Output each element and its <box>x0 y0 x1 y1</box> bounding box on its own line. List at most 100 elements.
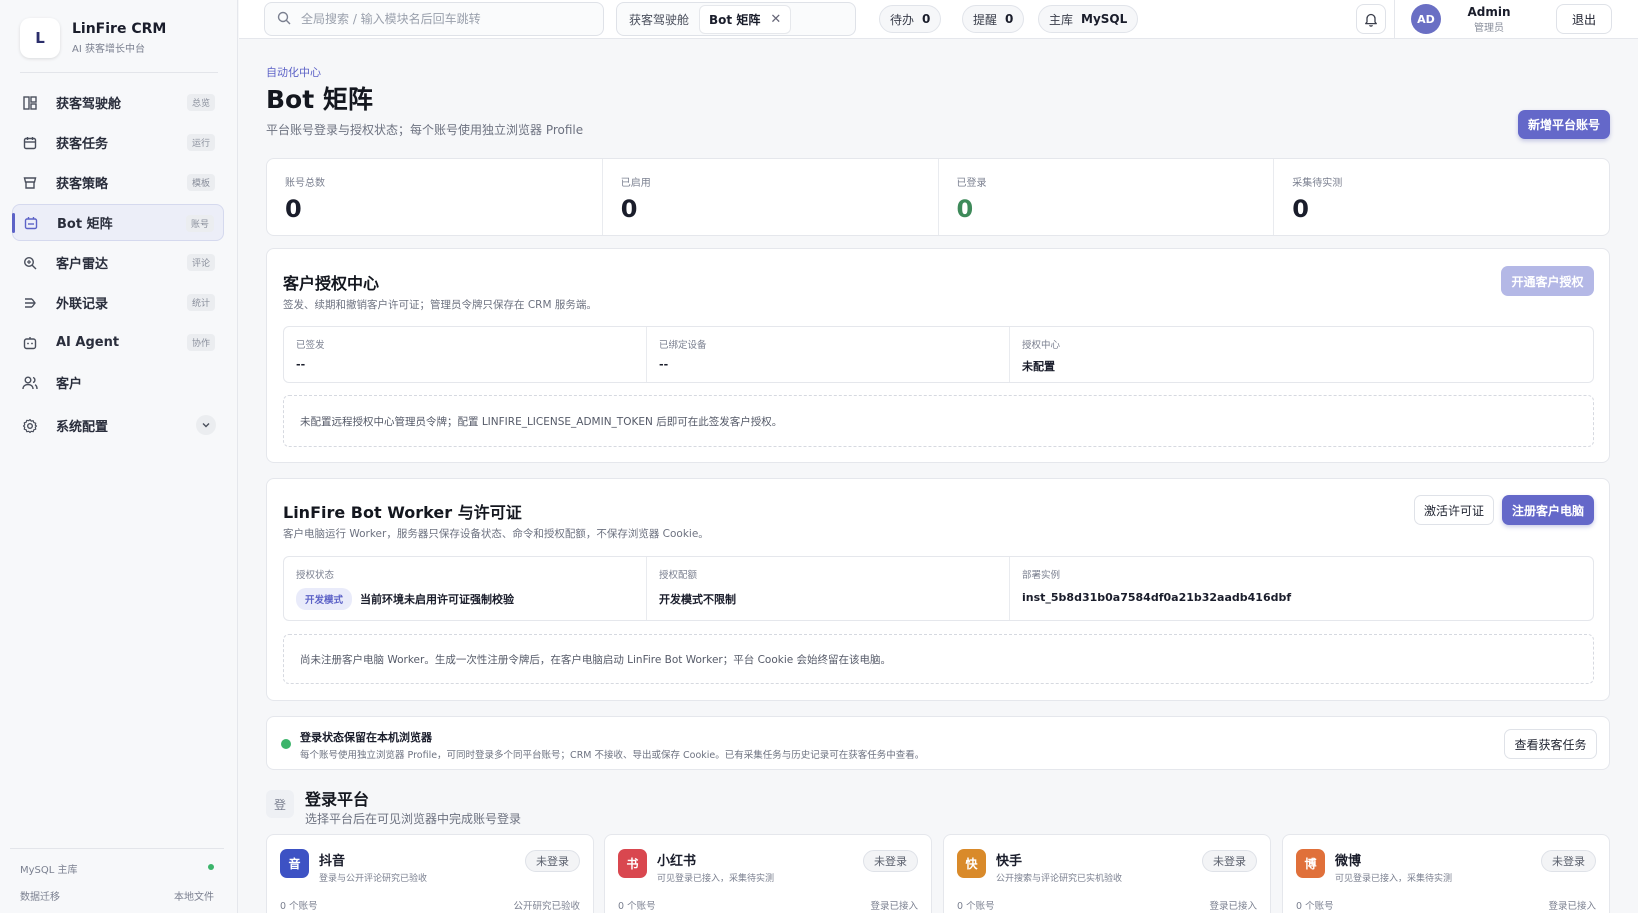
global-search[interactable] <box>264 2 604 36</box>
sidebar-item-settings[interactable]: 系统配置 <box>12 407 224 444</box>
avatar[interactable]: AD <box>1411 4 1441 34</box>
section-title: LinFire Bot Worker 与许可证 <box>283 503 522 522</box>
cell-value: 开发模式 当前环境未启用许可证强制校验 <box>296 588 634 610</box>
add-platform-account-button[interactable]: 新增平台账号 <box>1518 110 1610 139</box>
cell-label: 部署实例 <box>1022 570 1061 581</box>
section-title: 客户授权中心 <box>283 274 380 293</box>
database-label: 主库 <box>1049 12 1074 27</box>
user-role: 管理员 <box>1474 23 1504 34</box>
chevron-down-icon[interactable] <box>196 415 216 435</box>
cell-label: 授权中心 <box>1022 340 1061 351</box>
gear-icon <box>22 418 38 434</box>
brand-logo-text: L <box>35 29 45 47</box>
banner-text: 每个账号使用独立浏览器 Profile，可同时登录多个同平台账号；CRM 不接收… <box>300 750 925 761</box>
account-count: 0 个账号 <box>1296 901 1334 912</box>
sidebar-item-customers[interactable]: 客户 <box>12 364 224 401</box>
search-input[interactable] <box>301 12 591 26</box>
sidebar-item-strategy[interactable]: 获客策略 模板 <box>12 164 224 201</box>
view-tasks-button[interactable]: 查看获客任务 <box>1504 729 1597 759</box>
license-quota: 授权配额 开发模式不限制 <box>647 557 1010 620</box>
stat-value: 0 <box>285 195 302 223</box>
brand-name: LinFire CRM <box>72 21 167 37</box>
cell-label: 已绑定设备 <box>659 340 707 351</box>
database-pill[interactable]: 主库 MySQL <box>1038 5 1139 33</box>
sidebar-item-label: 系统配置 <box>56 420 109 435</box>
sidebar-item-label: 外联记录 <box>56 297 109 312</box>
register-customer-pc-button[interactable]: 注册客户电脑 <box>1502 495 1594 525</box>
tab-bot-matrix[interactable]: Bot 矩阵 ✕ <box>699 4 792 34</box>
platform-note: 登录已接入 <box>1548 901 1596 912</box>
outreach-icon <box>22 295 38 311</box>
sidebar-item-radar[interactable]: 客户雷达 评论 <box>12 244 224 281</box>
tab-dashboard[interactable]: 获客驾驶舱 <box>629 11 689 28</box>
stat-label: 已启用 <box>620 178 651 189</box>
stat-value: 0 <box>1292 195 1309 223</box>
pending-pill[interactable]: 待办 0 <box>879 5 942 33</box>
sidebar-item-ai-agent[interactable]: AI Agent 协作 <box>12 324 224 361</box>
sidebar-item-dashboard[interactable]: 获客驾驶舱 总览 <box>12 84 224 121</box>
account-count: 0 个账号 <box>957 901 995 912</box>
banner-title: 登录状态保留在本机浏览器 <box>300 731 432 744</box>
sidebar-item-label: 获客策略 <box>56 177 109 192</box>
user-info[interactable]: Admin 管理员 <box>1459 5 1519 34</box>
platform-card-weibo[interactable]: 博 微博 可见登录已接入，采集待实测 未登录 0 个账号 登录已接入 <box>1282 834 1610 913</box>
reminder-pill[interactable]: 提醒 0 <box>962 5 1025 33</box>
page-title: Bot 矩阵 <box>266 85 373 114</box>
platform-desc: 登录与公开评论研究已验收 <box>319 874 428 884</box>
pending-label: 待办 <box>890 12 915 27</box>
breadcrumb[interactable]: 自动化中心 <box>266 64 321 80</box>
users-icon <box>22 375 38 391</box>
weibo-icon: 博 <box>1296 849 1325 878</box>
cell-value: -- <box>296 358 306 371</box>
deployment-instance: 部署实例 inst_5b8d31b0a7584df0a21b32aadb416d… <box>1010 557 1593 620</box>
sidebar-item-label: 获客驾驶舱 <box>56 97 122 112</box>
divider <box>20 72 218 73</box>
open-customer-license-button[interactable]: 开通客户授权 <box>1501 266 1594 296</box>
stat-label: 已登录 <box>956 178 987 189</box>
platform-card-kuaishou[interactable]: 快 快手 公开搜索与评论研究已实机验收 未登录 0 个账号 登录已接入 <box>943 834 1271 913</box>
status-badge: 开发模式 <box>296 588 353 610</box>
reminder-label: 提醒 <box>973 12 998 27</box>
platform-name: 小红书 <box>657 854 697 869</box>
section-subtitle: 客户电脑运行 Worker，服务器只保存设备状态、命令和授权配额，不保存浏览器 … <box>283 528 709 540</box>
user-name: Admin <box>1467 5 1511 19</box>
sidebar-item-badge: 运行 <box>186 134 215 151</box>
sidebar-item-label: 客户 <box>56 377 83 392</box>
stat-enabled: 已启用 0 <box>603 159 939 235</box>
cell-label: 已签发 <box>296 340 325 351</box>
license-status-text: 当前环境未启用许可证强制校验 <box>360 593 515 606</box>
close-icon[interactable]: ✕ <box>770 12 781 27</box>
platform-card-douyin[interactable]: 音 抖音 登录与公开评论研究已验收 未登录 0 个账号 公开研究已验收 <box>266 834 594 913</box>
activate-license-button[interactable]: 激活许可证 <box>1414 495 1494 525</box>
section-title: 登录平台 <box>305 790 370 809</box>
account-count: 0 个账号 <box>618 901 656 912</box>
logout-button[interactable]: 退出 <box>1556 4 1612 34</box>
cell-value: inst_5b8d31b0a7584df0a21b32aadb416dbf <box>1022 591 1292 604</box>
license-info-grid: 已签发 -- 已绑定设备 -- 授权中心 未配置 <box>283 326 1594 383</box>
bot-icon <box>23 215 39 231</box>
license-center-card: 客户授权中心 签发、续期和撤销客户许可证；管理员令牌只保存在 CRM 服务端。 … <box>266 248 1610 463</box>
brand-subtitle: AI 获客增长中台 <box>72 44 145 55</box>
kuaishou-icon: 快 <box>957 849 986 878</box>
status-badge: 未登录 <box>1541 850 1596 872</box>
sidebar-item-badge: 总览 <box>186 94 215 111</box>
sidebar-item-bot-matrix[interactable]: Bot 矩阵 账号 <box>12 204 224 241</box>
cell-label: 授权配额 <box>659 570 698 581</box>
brand[interactable]: L LinFire CRM AI 获客增长中台 <box>20 18 166 58</box>
license-notice: 未配置远程授权中心管理员令牌；配置 LINFIRE_LICENSE_ADMIN_… <box>283 395 1594 447</box>
stat-label: 账号总数 <box>285 178 325 189</box>
sidebar-item-outreach[interactable]: 外联记录 统计 <box>12 284 224 321</box>
sidebar-item-tasks[interactable]: 获客任务 运行 <box>12 124 224 161</box>
status-badge: 未登录 <box>863 850 918 872</box>
xiaohongshu-icon: 书 <box>618 849 647 878</box>
notification-bell-icon[interactable] <box>1356 4 1386 34</box>
migration-label: 数据迁移 <box>20 892 60 903</box>
sidebar-item-label: Bot 矩阵 <box>57 217 113 232</box>
platform-card-xiaohongshu[interactable]: 书 小红书 可见登录已接入，采集待实测 未登录 0 个账号 登录已接入 <box>604 834 932 913</box>
open-tabs: 获客驾驶舱 Bot 矩阵 ✕ <box>616 2 856 36</box>
license-bound-devices: 已绑定设备 -- <box>647 327 1010 382</box>
database-value: MySQL <box>1081 12 1128 26</box>
stat-pending-test: 采集待实测 0 <box>1274 159 1609 235</box>
divider <box>1394 0 1395 39</box>
platform-name: 微博 <box>1335 854 1362 869</box>
